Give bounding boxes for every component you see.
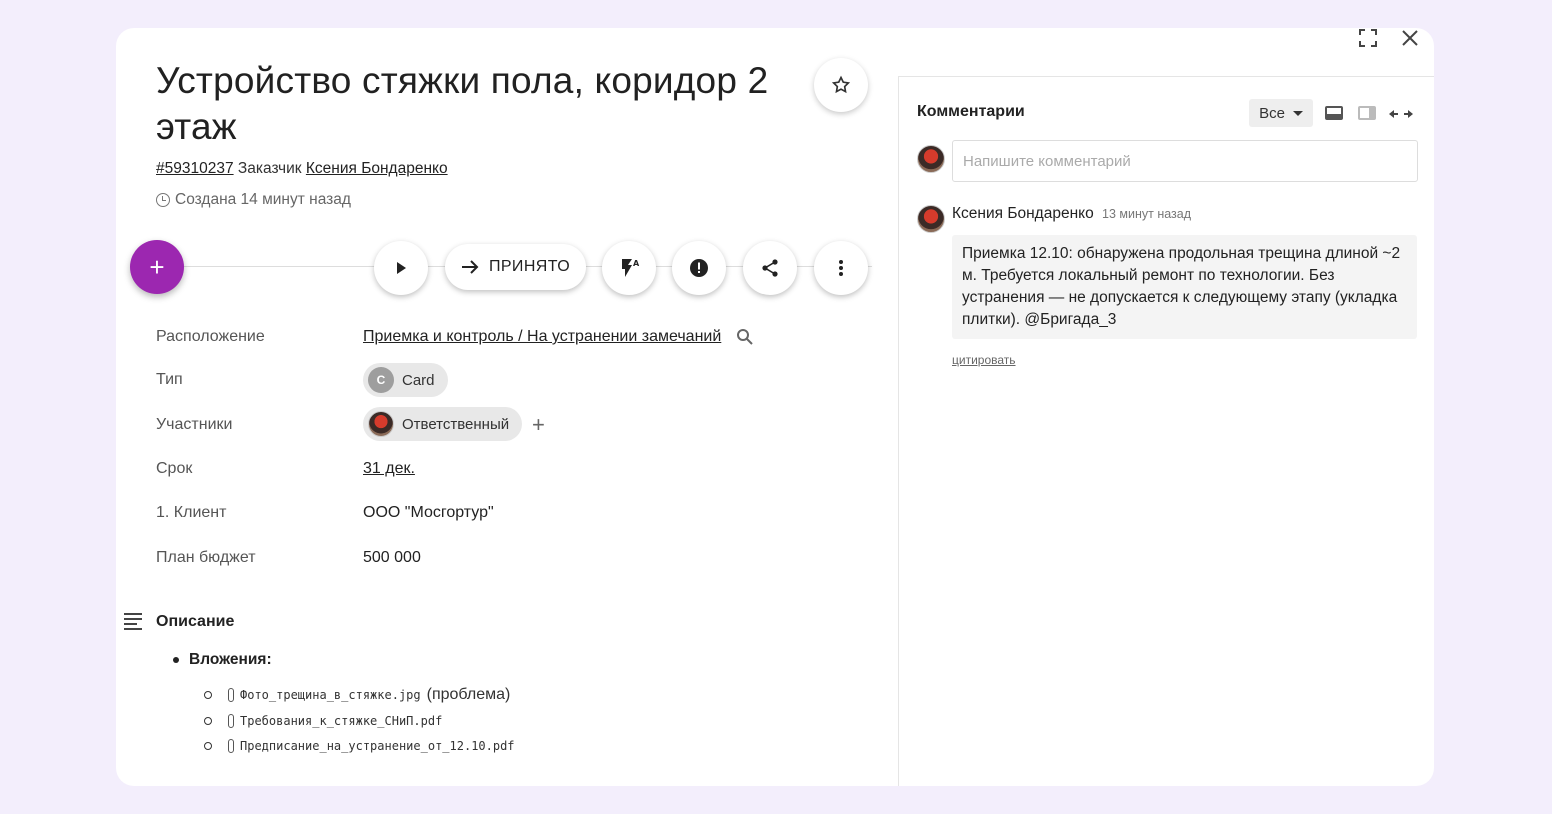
location-label: Расположение bbox=[156, 328, 265, 345]
plus-icon: + bbox=[149, 251, 165, 282]
list-item: Требования_к_стяжке_СНиП.pdf bbox=[204, 714, 442, 728]
panel-bottom-icon[interactable] bbox=[1325, 106, 1343, 120]
panel-side-icon[interactable] bbox=[1358, 106, 1376, 120]
caret-down-icon bbox=[1292, 110, 1303, 116]
arrow-right-icon bbox=[461, 260, 479, 274]
task-details: Устройство стяжки пола, коридор 2 этаж #… bbox=[116, 28, 898, 786]
list-item: Фото_трещина_в_стяжке.jpg (проблема) bbox=[204, 686, 510, 704]
priority-button[interactable] bbox=[672, 241, 726, 295]
more-button[interactable] bbox=[814, 241, 868, 295]
budget-value[interactable]: 500 000 bbox=[363, 549, 421, 567]
accept-button[interactable]: ПРИНЯТО bbox=[445, 244, 586, 290]
close-icon[interactable] bbox=[1400, 28, 1420, 48]
quote-link[interactable]: цитировать bbox=[952, 353, 1016, 367]
expand-horizontal-icon[interactable] bbox=[1389, 107, 1413, 124]
created-info: Создана 14 минут назад bbox=[156, 191, 351, 209]
attachment-link[interactable]: Предписание_на_устранение_от_12.10.pdf bbox=[240, 739, 515, 753]
task-card: Устройство стяжки пола, коридор 2 этаж #… bbox=[116, 28, 1434, 786]
attachment-link[interactable]: Требования_к_стяжке_СНиП.pdf bbox=[240, 714, 442, 728]
type-initial: C bbox=[368, 367, 394, 393]
comment-text: Приемка 12.10: обнаружена продольная тре… bbox=[952, 235, 1417, 339]
paperclip-icon bbox=[228, 714, 234, 728]
comments-filter-select[interactable]: Все bbox=[1249, 99, 1313, 127]
client-label: 1. Клиент bbox=[156, 504, 227, 521]
avatar bbox=[368, 411, 394, 437]
card-id-link[interactable]: #59310237 bbox=[156, 160, 234, 177]
avatar bbox=[917, 145, 945, 173]
paperclip-icon bbox=[228, 688, 234, 702]
more-vertical-icon bbox=[839, 260, 843, 276]
accept-label: ПРИНЯТО bbox=[488, 258, 571, 275]
start-button[interactable] bbox=[374, 241, 428, 295]
customer-label: Заказчик bbox=[237, 160, 302, 177]
comments-panel: Комментарии Все Ксения Бондаренко 13 мин… bbox=[898, 76, 1434, 786]
play-icon bbox=[397, 262, 406, 274]
comments-title: Комментарии bbox=[917, 103, 1025, 120]
fullscreen-icon[interactable] bbox=[1358, 28, 1378, 48]
participants-label: Участники bbox=[156, 416, 233, 433]
comment-header: Ксения Бондаренко 13 минут назад bbox=[952, 205, 1191, 223]
clock-icon bbox=[156, 193, 170, 207]
add-button[interactable]: + bbox=[130, 240, 184, 294]
type-label: Тип bbox=[156, 371, 183, 388]
star-icon bbox=[831, 75, 851, 94]
svg-text:A: A bbox=[633, 259, 640, 268]
search-icon[interactable] bbox=[736, 328, 754, 346]
comment-author[interactable]: Ксения Бондаренко bbox=[952, 205, 1094, 222]
attachment-note: (проблема) bbox=[426, 686, 511, 703]
type-chip[interactable]: C Card bbox=[363, 363, 448, 397]
created-text: Создана 14 минут назад bbox=[175, 191, 351, 208]
favorite-button[interactable] bbox=[814, 58, 868, 112]
attachment-link[interactable]: Фото_трещина_в_стяжке.jpg bbox=[240, 688, 421, 702]
card-meta: #59310237 Заказчик Ксения Бондаренко bbox=[156, 160, 448, 178]
deadline-label: Срок bbox=[156, 460, 193, 477]
attachments-label: Вложения: bbox=[189, 651, 272, 668]
deadline-link[interactable]: 31 дек. bbox=[363, 460, 415, 478]
flash-auto-icon: A bbox=[622, 259, 640, 277]
comment-input[interactable] bbox=[952, 140, 1418, 182]
location-link[interactable]: Приемка и контроль / На устранении замеч… bbox=[363, 328, 721, 346]
avatar bbox=[917, 205, 945, 233]
window-controls bbox=[1358, 28, 1420, 48]
share-icon bbox=[762, 259, 778, 277]
filter-value: Все bbox=[1259, 104, 1285, 122]
automation-button[interactable]: A bbox=[602, 241, 656, 295]
text-icon bbox=[124, 613, 142, 631]
list-item: Предписание_на_устранение_от_12.10.pdf bbox=[204, 739, 515, 753]
comment-time: 13 минут назад bbox=[1102, 207, 1192, 221]
client-value[interactable]: ООО "Мосгортур" bbox=[363, 504, 494, 522]
type-value: Card bbox=[402, 371, 435, 389]
customer-link[interactable]: Ксения Бондаренко bbox=[306, 160, 448, 177]
attachments-bullet: Вложения: bbox=[173, 651, 272, 669]
add-participant-button[interactable]: + bbox=[532, 412, 545, 438]
alert-icon bbox=[690, 259, 708, 277]
description-title: Описание bbox=[156, 613, 235, 630]
budget-label: План бюджет bbox=[156, 549, 256, 566]
participant-role: Ответственный bbox=[402, 415, 510, 433]
paperclip-icon bbox=[228, 739, 234, 753]
share-button[interactable] bbox=[743, 241, 797, 295]
participant-chip[interactable]: Ответственный bbox=[363, 407, 523, 441]
page-title: Устройство стяжки пола, коридор 2 этаж bbox=[156, 60, 769, 147]
